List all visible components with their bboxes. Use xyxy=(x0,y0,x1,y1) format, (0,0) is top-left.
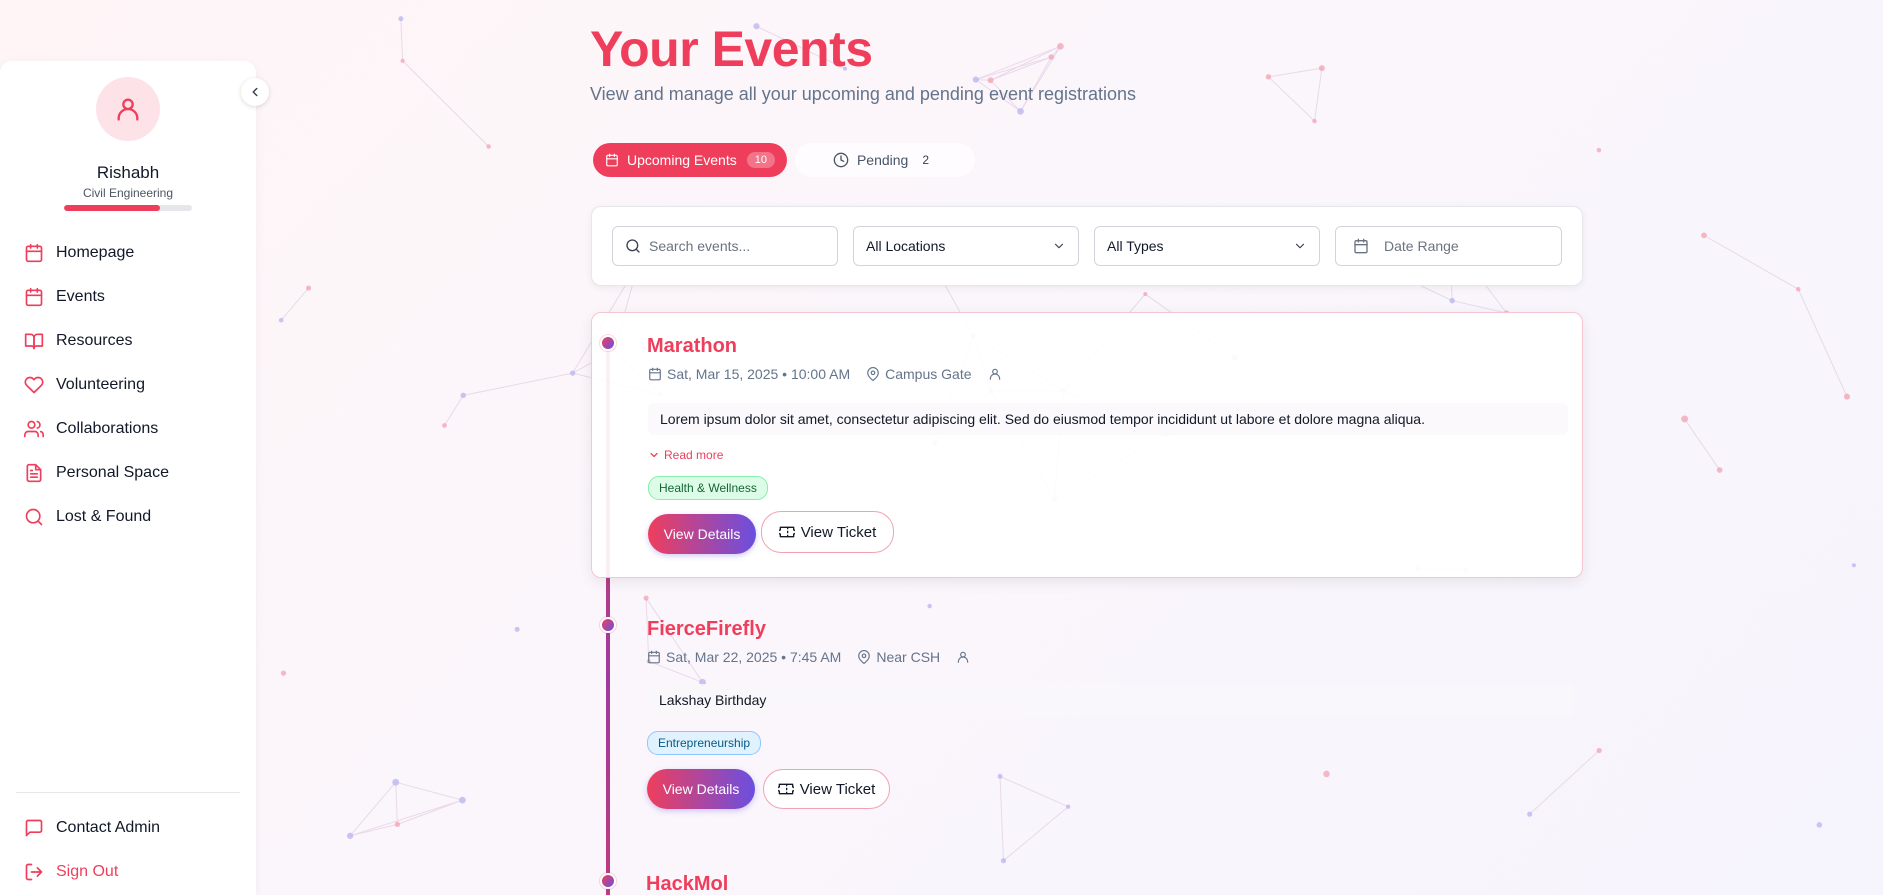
event-description: Lakshay Birthday xyxy=(647,684,1575,716)
event-tag: Entrepreneurship xyxy=(647,731,762,755)
chevron-left-icon xyxy=(252,87,258,97)
timeline-dot xyxy=(600,335,616,351)
calendar-icon xyxy=(647,650,661,664)
chevron-down-icon xyxy=(1295,243,1305,249)
user-icon xyxy=(117,98,139,121)
map-pin-icon xyxy=(866,367,880,381)
sidebar-item-personal-space[interactable]: Personal Space xyxy=(0,451,256,495)
sidebar-collapse-button[interactable] xyxy=(241,78,269,106)
search-input[interactable]: Search events... xyxy=(612,226,838,266)
user-icon xyxy=(956,650,970,664)
location-select[interactable]: All Locations xyxy=(853,226,1079,266)
tab-pending[interactable]: Pending 2 xyxy=(794,143,976,177)
sidebar: Rishabh Civil Engineering Homepage Event… xyxy=(0,61,256,895)
ticket-icon xyxy=(777,781,794,797)
event-description: Lorem ipsum dolor sit amet, consectetur … xyxy=(648,403,1568,435)
tab-upcoming-events[interactable]: Upcoming Events 10 xyxy=(593,143,787,177)
sidebar-item-homepage[interactable]: Homepage xyxy=(0,231,256,275)
view-ticket-label: View Ticket xyxy=(799,780,876,798)
calendar-icon xyxy=(24,287,44,307)
date-range-placeholder: Date Range xyxy=(1384,238,1459,254)
message-icon xyxy=(24,818,44,838)
tab-label: Pending xyxy=(856,152,909,168)
ticket-icon xyxy=(778,524,795,540)
event-tabs: Upcoming Events 10 Pending 2 xyxy=(593,143,976,177)
event-title[interactable]: Marathon xyxy=(647,335,737,358)
type-select-value: All Types xyxy=(1107,238,1164,254)
tab-count-badge: 10 xyxy=(746,152,775,168)
date-range-picker[interactable]: Date Range xyxy=(1335,226,1562,266)
sidebar-item-label: Collaborations xyxy=(56,420,159,437)
type-select[interactable]: All Types xyxy=(1094,226,1320,266)
profile-progress-fill xyxy=(64,205,160,211)
event-tag: Health & Wellness xyxy=(648,476,768,500)
user-department: Civil Engineering xyxy=(82,186,174,200)
view-details-button[interactable]: View Details xyxy=(648,514,756,554)
logout-icon xyxy=(24,862,44,882)
timeline-dot xyxy=(600,873,616,889)
profile-progress-bar xyxy=(64,205,192,211)
filter-bar: Search events... All Locations All Types… xyxy=(591,206,1583,286)
sidebar-item-resources[interactable]: Resources xyxy=(0,319,256,363)
event-date: Sat, Mar 15, 2025 • 10:00 AM xyxy=(667,366,851,382)
sidebar-item-label: Homepage xyxy=(56,244,135,261)
sidebar-item-label: Sign Out xyxy=(56,863,119,880)
sidebar-item-collaborations[interactable]: Collaborations xyxy=(0,407,256,451)
event-meta: Sat, Mar 15, 2025 • 10:00 AM Campus Gate xyxy=(648,366,1007,382)
tab-label: Upcoming Events xyxy=(627,152,737,168)
search-icon xyxy=(24,507,44,527)
chevron-down-icon xyxy=(650,452,658,458)
read-more-label: Read more xyxy=(664,448,724,462)
sidebar-item-label: Resources xyxy=(56,332,133,349)
user-icon xyxy=(988,367,1002,381)
sidebar-item-sign-out[interactable]: Sign Out xyxy=(0,850,256,894)
calendar-icon xyxy=(24,243,44,263)
view-ticket-label: View Ticket xyxy=(800,523,877,541)
search-icon xyxy=(626,239,640,253)
search-placeholder: Search events... xyxy=(649,238,751,254)
sidebar-item-label: Events xyxy=(56,288,105,305)
view-ticket-button[interactable]: View Ticket xyxy=(761,511,894,553)
page-subtitle: View and manage all your upcoming and pe… xyxy=(590,84,1137,104)
map-pin-icon xyxy=(857,650,871,664)
event-location: Near CSH xyxy=(876,649,941,665)
event-date: Sat, Mar 22, 2025 • 7:45 AM xyxy=(666,649,842,665)
sidebar-item-label: Contact Admin xyxy=(56,819,161,836)
timeline-dot xyxy=(600,617,616,633)
sidebar-item-label: Personal Space xyxy=(56,464,169,481)
sidebar-item-label: Lost & Found xyxy=(56,508,152,525)
event-location: Campus Gate xyxy=(885,366,972,382)
calendar-icon xyxy=(1354,238,1368,254)
calendar-icon xyxy=(648,367,662,381)
document-icon xyxy=(24,463,44,483)
sidebar-bottom-nav: Contact Admin Sign Out xyxy=(0,806,256,894)
view-details-button[interactable]: View Details xyxy=(647,769,755,809)
sidebar-divider xyxy=(16,792,240,793)
heart-icon xyxy=(24,375,44,395)
avatar[interactable] xyxy=(96,77,160,141)
event-title[interactable]: HackMol xyxy=(646,873,728,895)
sidebar-nav: Homepage Events Resources Volunteering C… xyxy=(0,231,256,539)
users-icon xyxy=(24,419,44,439)
book-icon xyxy=(24,331,44,351)
sidebar-item-lost-found[interactable]: Lost & Found xyxy=(0,495,256,539)
tab-count-badge: 2 xyxy=(922,153,930,167)
read-more-link[interactable]: Read more xyxy=(648,448,723,462)
event-title[interactable]: FierceFirefly xyxy=(647,618,766,641)
clock-icon xyxy=(833,152,849,168)
user-name: Rishabh xyxy=(96,163,160,182)
sidebar-item-events[interactable]: Events xyxy=(0,275,256,319)
location-select-value: All Locations xyxy=(866,238,946,254)
sidebar-item-volunteering[interactable]: Volunteering xyxy=(0,363,256,407)
sidebar-item-label: Volunteering xyxy=(56,376,145,393)
page-title: Your Events xyxy=(590,21,873,77)
sidebar-item-contact-admin[interactable]: Contact Admin xyxy=(0,806,256,850)
event-meta: Sat, Mar 22, 2025 • 7:45 AM Near CSH xyxy=(647,649,975,665)
view-ticket-button[interactable]: View Ticket xyxy=(763,769,890,809)
chevron-down-icon xyxy=(1054,243,1064,249)
calendar-icon xyxy=(606,153,618,167)
